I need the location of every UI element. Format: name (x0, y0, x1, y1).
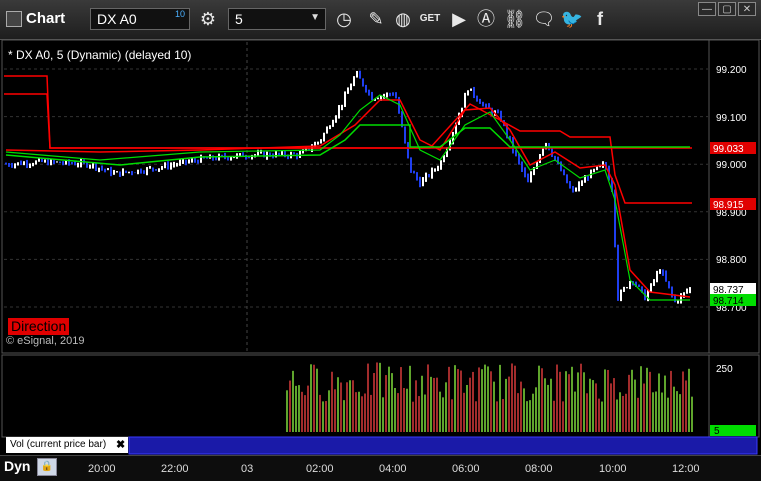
volume-label-strip (128, 436, 758, 455)
price-tick-99200: 99.200 (716, 65, 747, 76)
time-label-0800: 08:00 (525, 463, 553, 475)
price-tick-99100: 99.100 (716, 113, 747, 124)
lock-icon[interactable]: 🔒 (37, 458, 57, 476)
price-tick-98800: 98.800 (716, 255, 747, 266)
time-label-03: 03 (241, 463, 254, 475)
marker-98714: 98.714 (713, 296, 744, 307)
direction-label: Direction (8, 318, 70, 335)
close-icon[interactable]: ✖ (116, 437, 125, 453)
time-label-2000: 20:00 (88, 463, 116, 475)
marker-99033: 99.033 (713, 144, 744, 155)
time-label-0600: 06:00 (452, 463, 480, 475)
volume-study-label[interactable]: Vol (current price bar) (6, 437, 128, 453)
chart-header: * DX A0, 5 (Dynamic) (delayed 10) (8, 48, 192, 62)
price-tick-99000: 99.000 (716, 160, 747, 171)
volume-marker: 5 (714, 426, 720, 437)
time-label-0400: 04:00 (379, 463, 407, 475)
price-panel-frame (1, 39, 710, 354)
time-label-2200: 22:00 (161, 463, 189, 475)
time-label-0200: 02:00 (306, 463, 334, 475)
price-chart-canvas[interactable]: 99.200 99.100 99.000 98.900 98.800 98.70… (0, 0, 761, 481)
time-label-1000: 10:00 (599, 463, 627, 475)
time-label-1200: 12:00 (672, 463, 700, 475)
dynamic-mode-label[interactable]: Dyn (4, 458, 30, 474)
marker-98915: 98.915 (713, 200, 744, 211)
copyright-text: © eSignal, 2019 (6, 335, 85, 347)
volume-tick-250: 250 (716, 364, 733, 375)
